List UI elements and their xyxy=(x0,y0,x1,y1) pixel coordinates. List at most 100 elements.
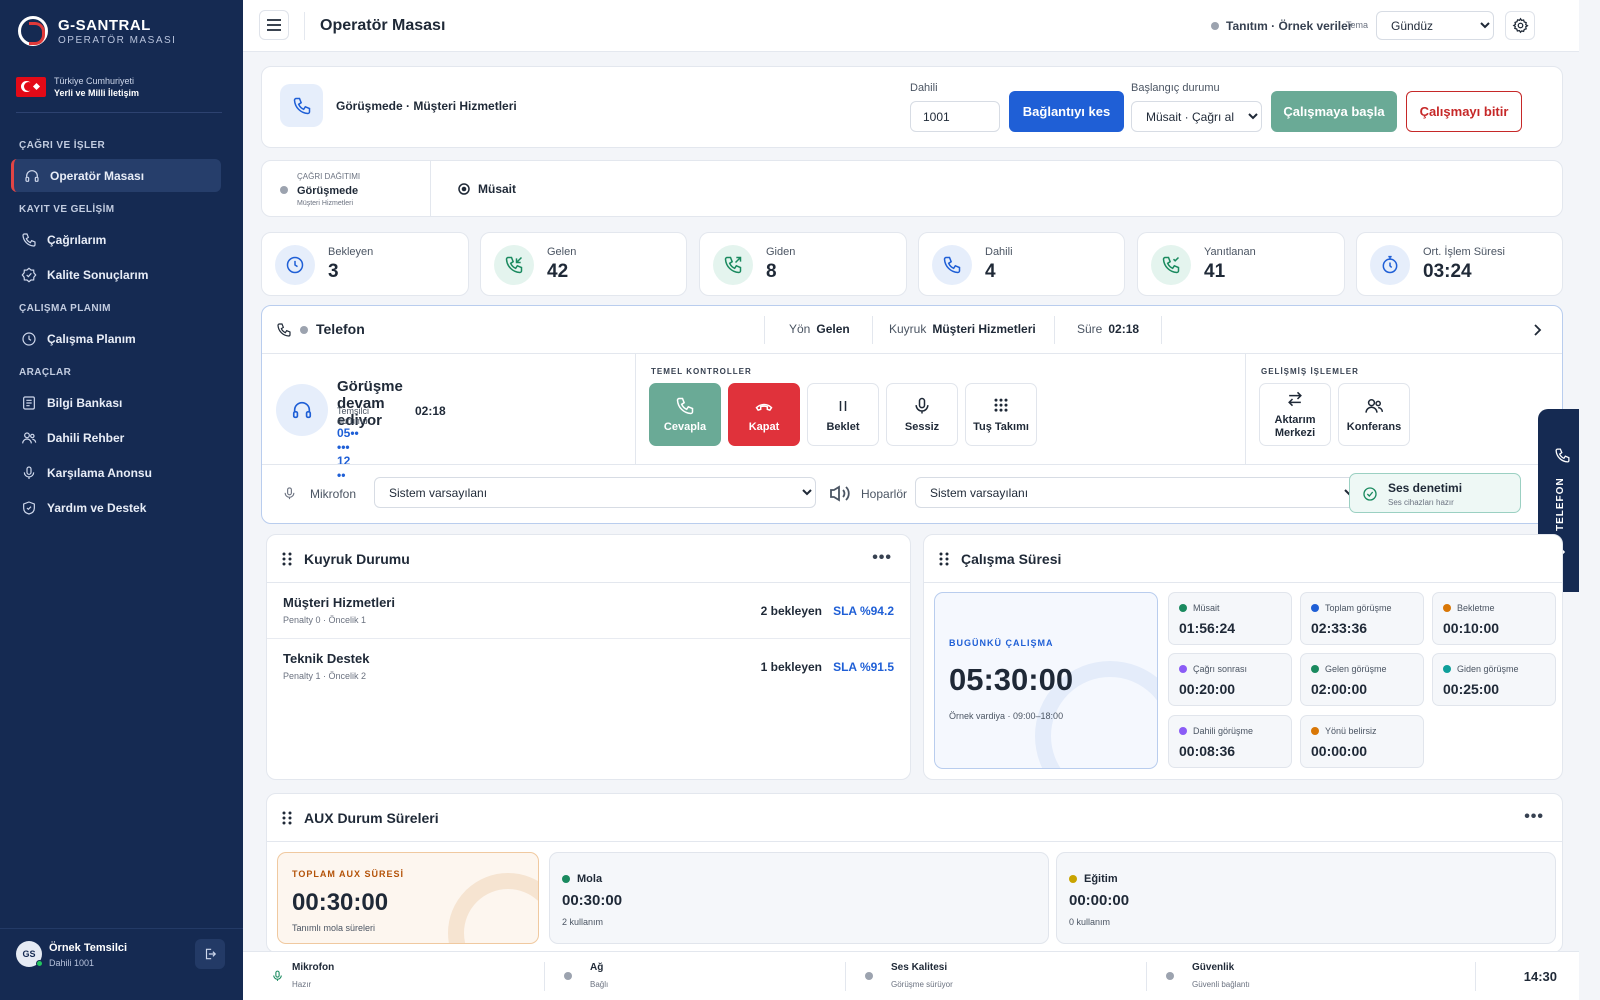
theme-select[interactable]: Gündüz xyxy=(1376,11,1494,40)
duration-label: Süre xyxy=(1077,322,1103,336)
start-work-button[interactable]: Çalışmaya başla xyxy=(1271,91,1397,132)
stat-card-answered: Yanıtlanan 41 xyxy=(1137,232,1345,296)
aux-item-usage: 0 kullanım xyxy=(1069,917,1111,927)
brand-subtitle: OPERATÖR MASASI xyxy=(58,34,177,46)
sidebar-item-quality-results[interactable]: Kalite Sonuçlarım xyxy=(11,258,221,291)
end-work-button[interactable]: Çalışmayı bitir xyxy=(1406,91,1522,132)
disconnect-button[interactable]: Bağlantıyı kes xyxy=(1009,91,1124,132)
hold-button[interactable]: Beklet xyxy=(807,383,879,446)
queue-panel-title: Kuyruk Durumu xyxy=(304,551,410,567)
drag-handle-icon[interactable] xyxy=(282,811,292,825)
metric-label: Giden görüşme xyxy=(1457,664,1519,674)
brand[interactable]: G-SANTRAL OPERATÖR MASASI xyxy=(18,16,176,46)
logout-icon xyxy=(205,948,217,960)
phone-icon xyxy=(277,323,291,337)
sidebar-nav: ÇAĞRI VE İŞLER Operatör Masası KAYIT VE … xyxy=(11,134,221,526)
keypad-icon xyxy=(994,398,1008,412)
online-status-dot xyxy=(36,960,43,967)
nav-section-title: ÇAĞRI VE İŞLER xyxy=(19,140,106,151)
hangup-button[interactable]: Kapat xyxy=(728,383,800,446)
nav-section-title: ARAÇLAR xyxy=(19,367,72,378)
chevron-right-icon[interactable] xyxy=(1532,324,1542,336)
nav-section-title: KAYIT VE GELİŞİM xyxy=(19,204,115,215)
queue-meta: Penalty 0 · Öncelik 1 xyxy=(283,615,367,625)
audio-check-subtitle: Ses cihazları hazır xyxy=(1388,498,1454,507)
logout-button[interactable] xyxy=(195,939,225,969)
queue-name: Teknik Destek xyxy=(283,651,370,666)
g-santral-logo xyxy=(18,16,48,46)
country-tagline: Yerli ve Milli İletişim xyxy=(54,88,140,98)
metric-available: Müsait 01:56:24 xyxy=(1168,592,1292,645)
sidebar-item-welcome-announcement[interactable]: Karşılama Anonsu xyxy=(11,456,221,489)
demo-mode-indicator: Tanıtım · Örnek veriler xyxy=(1211,19,1353,33)
queue-waiting: 1 bekleyen xyxy=(760,660,822,674)
avatar-initials: GS xyxy=(22,949,36,959)
aux-dot xyxy=(1069,875,1077,883)
phone-icon xyxy=(1555,448,1570,463)
keypad-button[interactable]: Tuş Takımı xyxy=(965,383,1037,446)
window-right-gutter xyxy=(1579,0,1600,1000)
aux-total-card: TOPLAM AUX SÜRESİ 00:30:00 Tanımlı mola … xyxy=(277,852,539,944)
status-dot xyxy=(865,972,873,980)
sidebar-item-label: Operatör Masası xyxy=(50,168,145,183)
phone-answered-icon xyxy=(1162,256,1180,274)
sidebar-item-label: Yardım ve Destek xyxy=(47,500,147,515)
aux-total-subtitle: Tanımlı mola süreleri xyxy=(292,923,376,933)
user-extension: Dahili 1001 xyxy=(49,958,95,968)
menu-toggle-button[interactable] xyxy=(259,10,289,40)
mute-button[interactable]: Sessiz xyxy=(886,383,958,446)
clock-time: 14:30 xyxy=(1523,969,1557,984)
aux-item-value: 00:30:00 xyxy=(562,892,623,909)
header-divider xyxy=(872,316,873,344)
sidebar-item-help-support[interactable]: Yardım ve Destek xyxy=(11,491,221,524)
distribution-status-dot xyxy=(280,186,288,194)
conference-label: Konferans xyxy=(1346,421,1402,433)
settings-button[interactable] xyxy=(1505,11,1535,40)
speaker-label: Hoparlör xyxy=(861,487,908,501)
start-state-select[interactable]: Müsait · Çağrı al xyxy=(1131,101,1262,132)
drag-handle-icon[interactable] xyxy=(282,552,292,566)
status-title: Mikrofon xyxy=(292,962,335,973)
microphone-label: Mikrofon xyxy=(310,487,357,501)
sidebar-item-work-plan[interactable]: Çalışma Planım xyxy=(11,322,221,355)
duration-value: 02:18 xyxy=(1108,322,1140,336)
transfer-icon xyxy=(1288,391,1302,407)
microphone-select[interactable]: Sistem varsayılanı xyxy=(374,477,816,508)
call-status-icon xyxy=(280,84,323,127)
queue-sla: SLA %94.2 xyxy=(833,604,894,618)
stat-label: Giden xyxy=(766,246,796,258)
answer-button[interactable]: Cevapla xyxy=(649,383,721,446)
speaker-select[interactable]: Sistem varsayılanı xyxy=(915,477,1358,508)
table-row[interactable]: Müşteri Hizmetleri Penalty 0 · Öncelik 1… xyxy=(267,583,910,639)
phone-outgoing-icon xyxy=(724,256,742,274)
status-dot xyxy=(564,972,572,980)
sidebar-item-operator-desk[interactable]: Operatör Masası xyxy=(11,159,221,192)
audio-check-button[interactable]: Ses denetimi Ses cihazları hazır xyxy=(1349,473,1521,513)
sidebar-item-internal-directory[interactable]: Dahili Rehber xyxy=(11,421,221,454)
metric-label: Yönü belirsiz xyxy=(1325,726,1377,736)
aux-item-usage: 2 kullanım xyxy=(562,917,604,927)
work-time-title: Çalışma Süresi xyxy=(961,551,1062,567)
availability-radio[interactable]: Müsait xyxy=(458,182,516,196)
status-subtitle: Bağlı xyxy=(590,980,609,989)
metric-dot xyxy=(1311,727,1319,735)
turkish-flag-icon xyxy=(16,77,46,97)
table-row[interactable]: Teknik Destek Penalty 1 · Öncelik 2 1 be… xyxy=(267,639,910,695)
sidebar-item-my-calls[interactable]: Çağrılarım xyxy=(11,223,221,256)
metric-value: 02:00:00 xyxy=(1311,681,1368,697)
more-options-button[interactable]: ••• xyxy=(1524,808,1544,826)
avatar[interactable]: GS xyxy=(16,941,43,967)
sidebar-item-knowledge-base[interactable]: Bilgi Bankası xyxy=(11,386,221,419)
stat-icon-bg xyxy=(713,245,753,285)
transfer-center-button[interactable]: Aktarım Merkezi xyxy=(1259,383,1331,446)
metric-value: 01:56:24 xyxy=(1179,620,1236,636)
metric-value: 00:00:00 xyxy=(1311,743,1368,759)
shift-info: Örnek vardiya · 09:00–18:00 xyxy=(949,711,1064,721)
work-time-panel: Çalışma Süresi BUGÜNKÜ ÇALIŞMA 05:30:00 … xyxy=(923,534,1563,780)
phone-status-dot xyxy=(300,326,308,334)
more-options-button[interactable]: ••• xyxy=(872,549,892,567)
stat-label: Ort. İşlem Süresi xyxy=(1423,246,1505,258)
drag-handle-icon[interactable] xyxy=(939,552,949,566)
extension-input[interactable]: 1001 xyxy=(910,101,1000,132)
conference-button[interactable]: Konferans xyxy=(1338,383,1410,446)
